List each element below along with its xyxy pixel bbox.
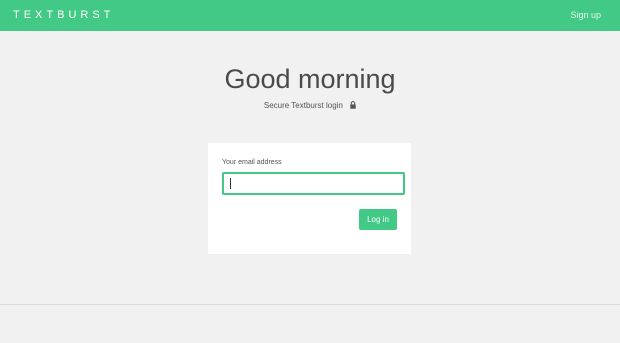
brand-logo[interactable]: TEXTBURST [13, 9, 114, 22]
email-field[interactable] [222, 172, 405, 195]
top-navigation-bar: TEXTBURST Sign up [0, 0, 620, 31]
login-card: Your email address Log in [208, 143, 411, 254]
lock-icon [350, 101, 356, 112]
email-label: Your email address [222, 159, 282, 166]
sign-up-link[interactable]: Sign up [570, 10, 601, 21]
secure-login-subtitle: Secure Textburst login [0, 100, 620, 112]
footer-divider [0, 304, 620, 305]
subtitle-text: Secure Textburst login [263, 101, 343, 110]
page-title: Good morning [224, 64, 396, 94]
log-in-button[interactable]: Log in [359, 209, 397, 230]
text-caret [230, 178, 231, 189]
